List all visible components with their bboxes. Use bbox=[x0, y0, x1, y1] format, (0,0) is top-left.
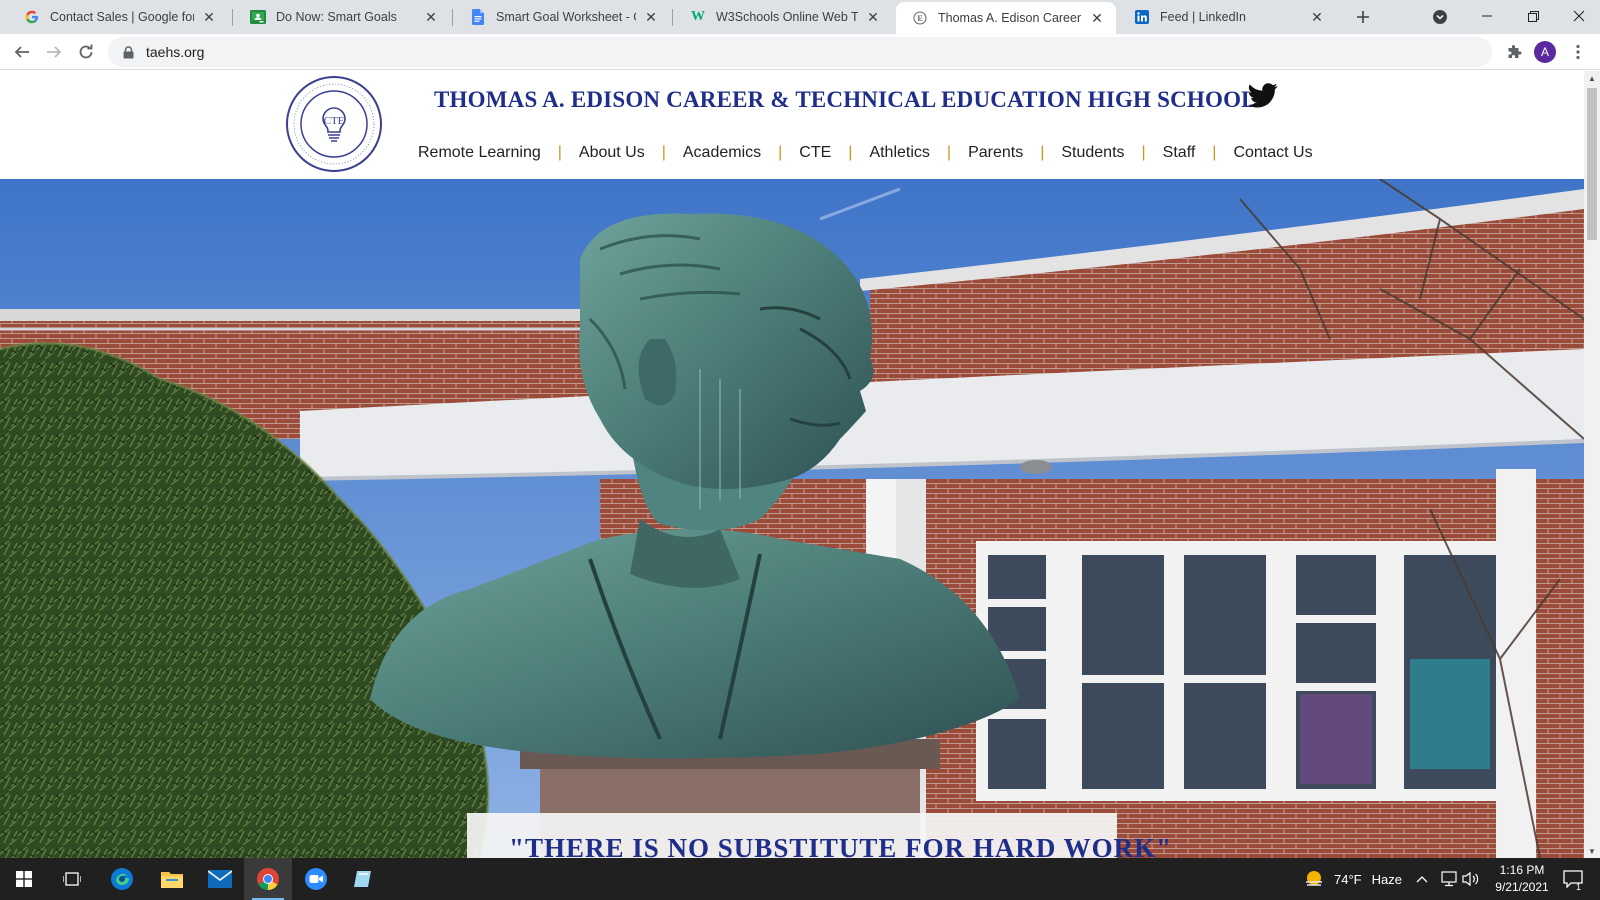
minimize-button[interactable] bbox=[1464, 0, 1510, 32]
w3schools-icon: W bbox=[691, 9, 705, 24]
chevron-up-icon[interactable] bbox=[1416, 858, 1428, 900]
volume-icon[interactable] bbox=[1462, 858, 1480, 900]
nav-remote-learning[interactable]: Remote Learning bbox=[418, 144, 541, 162]
nav-cte[interactable]: CTE bbox=[799, 144, 831, 162]
nav-separator: | bbox=[1212, 144, 1217, 161]
task-view-icon[interactable] bbox=[48, 858, 96, 900]
nav-staff[interactable]: Staff bbox=[1163, 144, 1196, 162]
scroll-thumb[interactable] bbox=[1587, 88, 1597, 240]
google-icon bbox=[24, 9, 40, 25]
back-button[interactable] bbox=[8, 38, 36, 66]
new-tab-button[interactable] bbox=[1349, 4, 1377, 30]
classroom-icon bbox=[250, 9, 266, 25]
linkedin-icon bbox=[1134, 9, 1150, 25]
chrome-icon[interactable] bbox=[244, 858, 292, 900]
hero-quote-box: "THERE IS NO SUBSTITUTE FOR HARD WORK" bbox=[467, 813, 1171, 858]
nav-contact-us[interactable]: Contact Us bbox=[1233, 144, 1312, 162]
windows-start-icon[interactable] bbox=[0, 858, 48, 900]
main-navigation: Remote Learning | About Us | Academics |… bbox=[418, 144, 1313, 162]
browser-tab-strip: Contact Sales | Google for Edu ✕ Do Now:… bbox=[0, 0, 1600, 34]
url-text[interactable]: taehs.org bbox=[146, 44, 204, 60]
school-logo[interactable]: CTE bbox=[285, 75, 383, 173]
close-icon[interactable]: ✕ bbox=[642, 8, 660, 26]
lock-icon[interactable] bbox=[120, 44, 136, 60]
tab-title: Contact Sales | Google for Edu bbox=[50, 10, 194, 24]
nav-athletics[interactable]: Athletics bbox=[869, 144, 929, 162]
twitter-icon[interactable] bbox=[1248, 83, 1278, 109]
menu-kebab-icon[interactable] bbox=[1564, 38, 1592, 66]
reload-button[interactable] bbox=[72, 38, 100, 66]
hero-photo-edison-bust bbox=[0, 179, 1584, 858]
extensions-icon[interactable] bbox=[1500, 38, 1528, 66]
nav-separator: | bbox=[778, 144, 783, 161]
page-scrollbar[interactable]: ▲ ▼ bbox=[1584, 71, 1600, 858]
tab-smart-goal-worksheet[interactable]: Smart Goal Worksheet - Goog ✕ bbox=[454, 0, 670, 34]
tab-title: Thomas A. Edison Career & Te bbox=[938, 11, 1082, 25]
snipping-tool-icon[interactable] bbox=[340, 858, 388, 900]
haze-sun-icon bbox=[1304, 869, 1324, 889]
scroll-down-arrow-icon[interactable]: ▼ bbox=[1584, 844, 1600, 858]
svg-text:E: E bbox=[917, 14, 922, 23]
notifications-icon[interactable]: 1 bbox=[1556, 858, 1590, 900]
site-header: CTE THOMAS A. EDISON CAREER & TECHNICAL … bbox=[0, 71, 1584, 179]
nav-separator: | bbox=[946, 144, 952, 161]
close-icon[interactable]: ✕ bbox=[1308, 8, 1326, 26]
hero-banner: "THERE IS NO SUBSTITUTE FOR HARD WORK" bbox=[0, 179, 1584, 858]
zoom-icon[interactable] bbox=[292, 858, 340, 900]
tab-w3schools[interactable]: W W3Schools Online Web Tutor ✕ bbox=[674, 0, 892, 34]
clock-time: 1:16 PM bbox=[1499, 863, 1545, 877]
weather-temperature: 74°F bbox=[1334, 871, 1362, 887]
close-icon[interactable]: ✕ bbox=[200, 8, 218, 26]
network-icon[interactable] bbox=[1440, 858, 1458, 900]
tab-do-now[interactable]: Do Now: Smart Goals ✕ bbox=[234, 0, 450, 34]
clock-date: 9/21/2021 bbox=[1495, 880, 1549, 894]
nav-separator: | bbox=[1040, 144, 1045, 161]
nav-about-us[interactable]: About Us bbox=[579, 144, 645, 162]
address-bar[interactable]: taehs.org bbox=[108, 37, 1492, 67]
page-viewport: CTE THOMAS A. EDISON CAREER & TECHNICAL … bbox=[0, 71, 1584, 858]
tab-title: W3Schools Online Web Tutor bbox=[716, 10, 858, 24]
close-icon[interactable]: ✕ bbox=[864, 8, 882, 26]
nav-separator: | bbox=[557, 144, 562, 161]
tab-title: Feed | LinkedIn bbox=[1160, 10, 1246, 24]
docs-icon bbox=[470, 9, 486, 25]
weather-widget[interactable]: 74°F Haze bbox=[1304, 858, 1402, 900]
mail-icon[interactable] bbox=[196, 858, 244, 900]
weather-condition: Haze bbox=[1371, 871, 1402, 887]
tab-search-button[interactable] bbox=[1426, 4, 1454, 30]
system-clock[interactable]: 1:16 PM 9/21/2021 bbox=[1484, 862, 1560, 896]
edge-icon[interactable] bbox=[98, 858, 146, 900]
tab-title: Smart Goal Worksheet - Goog bbox=[496, 10, 636, 24]
svg-text:CTE: CTE bbox=[324, 115, 345, 127]
notification-count: 1 bbox=[1576, 882, 1582, 892]
close-window-button[interactable] bbox=[1556, 0, 1600, 32]
hero-quote: "THERE IS NO SUBSTITUTE FOR HARD WORK" bbox=[509, 833, 1173, 858]
forward-button[interactable] bbox=[40, 38, 68, 66]
nav-students[interactable]: Students bbox=[1061, 144, 1124, 162]
profile-avatar[interactable]: A bbox=[1534, 41, 1556, 63]
browser-toolbar: taehs.org A bbox=[0, 34, 1600, 70]
nav-separator: | bbox=[848, 144, 853, 161]
nav-parents[interactable]: Parents bbox=[968, 144, 1023, 162]
tab-linkedin[interactable]: Feed | LinkedIn ✕ bbox=[1118, 0, 1336, 34]
tab-google-edu[interactable]: Contact Sales | Google for Edu ✕ bbox=[8, 0, 228, 34]
close-icon[interactable]: ✕ bbox=[1088, 9, 1106, 27]
school-name-title[interactable]: THOMAS A. EDISON CAREER & TECHNICAL EDUC… bbox=[434, 87, 1257, 113]
edison-icon: E bbox=[912, 10, 928, 26]
file-explorer-icon[interactable] bbox=[148, 858, 196, 900]
windows-taskbar: 74°F Haze 1:16 PM 9/21/2021 1 bbox=[0, 858, 1600, 900]
tab-thomas-edison[interactable]: E Thomas A. Edison Career & Te ✕ bbox=[896, 2, 1116, 34]
tab-title: Do Now: Smart Goals bbox=[276, 10, 397, 24]
nav-separator: | bbox=[1141, 144, 1146, 161]
nav-academics[interactable]: Academics bbox=[683, 144, 761, 162]
scroll-up-arrow-icon[interactable]: ▲ bbox=[1584, 71, 1600, 85]
restore-button[interactable] bbox=[1510, 0, 1556, 32]
close-icon[interactable]: ✕ bbox=[422, 8, 440, 26]
nav-separator: | bbox=[661, 144, 666, 161]
